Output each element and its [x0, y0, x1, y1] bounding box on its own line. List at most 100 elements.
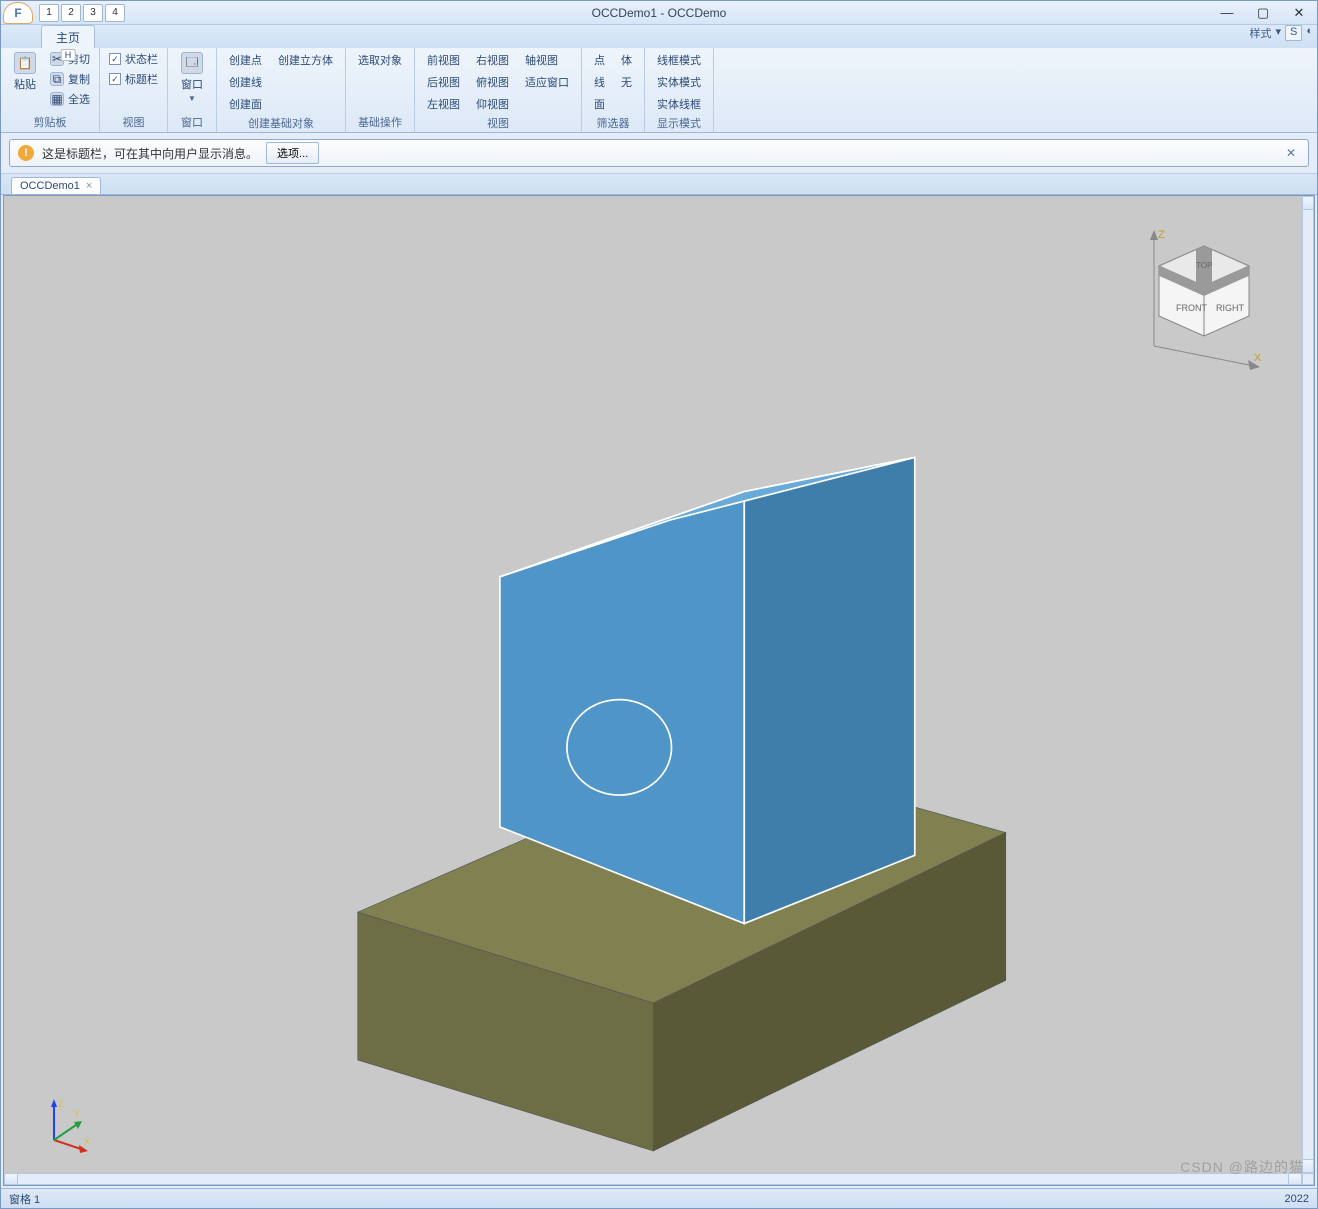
caption-bar: ! 这是标题栏，可在其中向用户显示消息。 选项... ✕ — [9, 139, 1309, 167]
style-key-tip: S — [1285, 25, 1302, 41]
group-create: 创建点 创建线 创建面 创建立方体 创建基础对象 — [217, 48, 346, 132]
help-icon[interactable]: ◐ — [1306, 25, 1313, 41]
create-line-button[interactable]: 创建线 — [223, 72, 268, 92]
filter-none-button[interactable]: 无 — [615, 72, 638, 92]
svg-text:Z: Z — [58, 1099, 64, 1109]
create-face-button[interactable]: 创建面 — [223, 94, 268, 114]
group-display-mode: 线框模式 实体模式 实体线框 显示模式 — [645, 48, 714, 132]
svg-text:X: X — [1254, 352, 1262, 364]
copy-button[interactable]: ⧉复制 — [47, 70, 93, 88]
ribbon-tab-row: 主页 H — [1, 25, 1317, 48]
group-filter-label: 筛选器 — [588, 114, 638, 133]
caption-text: 这是标题栏，可在其中向用户显示消息。 — [42, 145, 258, 162]
viewport-3d[interactable]: Z X Y Z X FRONT RIGHT TOP CSDN @路边的猫 — [3, 195, 1315, 1186]
left-view-button[interactable]: 左视图 — [421, 94, 466, 114]
ribbon: 📋 粘贴 ✂剪切 ⧉复制 ▦全选 剪贴板 ✓状态栏 ✓标题栏 视图 🗔 窗口 — [1, 48, 1317, 133]
group-basic-ops-label: 基础操作 — [352, 113, 408, 132]
style-label: 样式 — [1249, 25, 1271, 41]
svg-text:FRONT: FRONT — [1176, 303, 1207, 313]
filter-edge-button[interactable]: 线 — [588, 72, 611, 92]
tab-home[interactable]: 主页 H — [41, 25, 95, 48]
filter-face-button[interactable]: 面 — [588, 94, 611, 114]
svg-text:RIGHT: RIGHT — [1216, 303, 1245, 313]
back-view-button[interactable]: 后视图 — [421, 72, 466, 92]
checkbox-checked-icon: ✓ — [109, 53, 121, 65]
svg-text:TOP: TOP — [1196, 261, 1212, 270]
top-view-button[interactable]: 俯视图 — [470, 72, 515, 92]
select-all-button[interactable]: ▦全选 — [47, 90, 93, 108]
select-object-button[interactable]: 选取对象 — [352, 50, 408, 70]
filter-vertex-button[interactable]: 点 — [588, 50, 611, 70]
app-menu-button[interactable]: F — [3, 2, 33, 24]
app-menu-letter: F — [14, 6, 21, 20]
wireframe-button[interactable]: 线框模式 — [651, 50, 707, 70]
group-views-label: 视图 — [421, 114, 575, 133]
paste-button[interactable]: 📋 粘贴 — [7, 50, 43, 94]
chevron-down-icon: ▼ — [188, 94, 196, 103]
document-tab-label: OCCDemo1 — [20, 180, 80, 192]
group-basic-ops: 选取对象 基础操作 — [346, 48, 415, 132]
view-cube[interactable]: Z X FRONT RIGHT TOP — [1124, 216, 1284, 376]
document-tab[interactable]: OCCDemo1 × — [11, 177, 101, 194]
statusbar-toggle[interactable]: ✓状态栏 — [106, 50, 161, 68]
group-display-mode-label: 显示模式 — [651, 114, 707, 133]
caption-options-button[interactable]: 选项... — [266, 142, 319, 164]
axis-triad: Z X Y — [34, 1095, 94, 1155]
create-point-button[interactable]: 创建点 — [223, 50, 268, 70]
qat-item-4[interactable]: 4 — [105, 4, 125, 22]
caption-close-button[interactable]: ✕ — [1282, 146, 1300, 160]
tab-home-keytip: H — [61, 49, 76, 61]
maximize-button[interactable]: ▢ — [1245, 3, 1281, 23]
captionbar-toggle[interactable]: ✓标题栏 — [106, 70, 161, 88]
group-clipboard: 📋 粘贴 ✂剪切 ⧉复制 ▦全选 剪贴板 — [1, 48, 100, 132]
svg-text:Z: Z — [1158, 229, 1165, 241]
scrollbar-vertical[interactable] — [1302, 196, 1314, 1173]
scrollbar-horizontal[interactable] — [4, 1173, 1302, 1185]
info-icon: ! — [18, 145, 34, 161]
group-views: 前视图 后视图 左视图 右视图 俯视图 仰视图 轴视图 适应窗口 视图 — [415, 48, 582, 132]
window-label: 窗口 — [181, 76, 203, 92]
fit-window-button[interactable]: 适应窗口 — [519, 72, 575, 92]
window-title: OCCDemo1 - OCCDemo — [1, 6, 1317, 20]
solid-wire-button[interactable]: 实体线框 — [651, 94, 707, 114]
window-icon: 🗔 — [181, 52, 203, 74]
right-view-button[interactable]: 右视图 — [470, 50, 515, 70]
checkbox-checked-icon: ✓ — [109, 73, 121, 85]
group-create-label: 创建基础对象 — [223, 114, 339, 133]
group-clipboard-label: 剪贴板 — [7, 113, 93, 132]
group-view-toggles-label: 视图 — [106, 113, 161, 132]
title-bar: F 1 2 3 4 OCCDemo1 - OCCDemo — ▢ ✕ — [1, 1, 1317, 25]
paste-icon: 📋 — [14, 52, 36, 74]
minimize-button[interactable]: — — [1209, 3, 1245, 23]
status-bar: 窗格 1 2022 — [1, 1188, 1317, 1208]
select-all-icon: ▦ — [50, 92, 64, 106]
svg-text:X: X — [84, 1137, 90, 1147]
svg-text:Y: Y — [74, 1109, 80, 1119]
front-view-button[interactable]: 前视图 — [421, 50, 466, 70]
group-window-label: 窗口 — [174, 113, 210, 132]
bottom-view-button[interactable]: 仰视图 — [470, 94, 515, 114]
create-cube-button[interactable]: 创建立方体 — [272, 50, 339, 70]
status-pane: 窗格 1 — [9, 1191, 40, 1207]
group-filter: 点 线 面 体 无 筛选器 — [582, 48, 645, 132]
document-tab-row: OCCDemo1 × — [1, 173, 1317, 195]
close-button[interactable]: ✕ — [1281, 3, 1317, 23]
document-tab-close[interactable]: × — [86, 180, 92, 192]
copy-icon: ⧉ — [50, 72, 64, 86]
tab-home-label: 主页 — [56, 31, 80, 45]
paste-label: 粘贴 — [14, 76, 36, 92]
scene-canvas — [4, 196, 1314, 1185]
group-view-toggles: ✓状态栏 ✓标题栏 视图 — [100, 48, 168, 132]
status-right: 2022 — [1285, 1193, 1309, 1205]
solid-button[interactable]: 实体模式 — [651, 72, 707, 92]
style-menu[interactable]: 样式▾ S ◐ — [1249, 25, 1313, 41]
qat-item-2[interactable]: 2 — [61, 4, 81, 22]
quick-access-toolbar: 1 2 3 4 — [39, 4, 125, 22]
watermark: CSDN @路边的猫 — [1180, 1157, 1304, 1177]
axon-view-button[interactable]: 轴视图 — [519, 50, 575, 70]
group-window: 🗔 窗口 ▼ 窗口 — [168, 48, 217, 132]
filter-body-button[interactable]: 体 — [615, 50, 638, 70]
qat-item-1[interactable]: 1 — [39, 4, 59, 22]
window-button[interactable]: 🗔 窗口 ▼ — [174, 50, 210, 105]
qat-item-3[interactable]: 3 — [83, 4, 103, 22]
